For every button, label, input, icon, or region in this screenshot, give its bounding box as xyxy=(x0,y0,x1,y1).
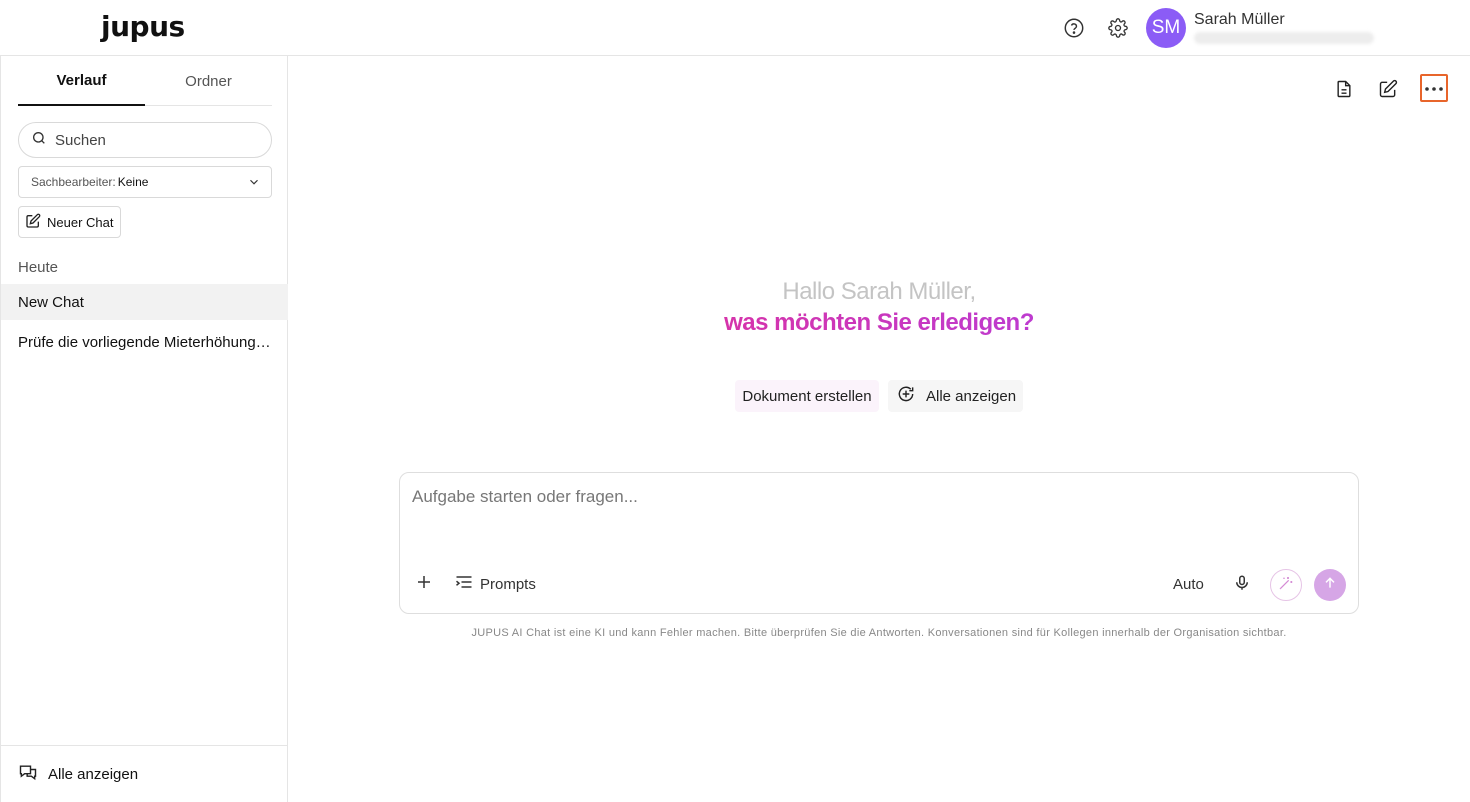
create-document-chip[interactable]: Dokument erstellen xyxy=(735,380,879,412)
tab-ordner[interactable]: Ordner xyxy=(145,56,272,106)
sidebar-tabs: Verlauf Ordner xyxy=(18,56,272,106)
show-all-chip[interactable]: Alle anzeigen xyxy=(888,380,1023,412)
show-all-label: Alle anzeigen xyxy=(48,765,139,783)
add-attachment-button[interactable] xyxy=(413,573,435,595)
model-mode-selector[interactable]: Auto xyxy=(1173,576,1204,593)
chevron-down-icon xyxy=(247,175,261,192)
prompts-label: Prompts xyxy=(480,575,536,593)
document-icon[interactable] xyxy=(1331,76,1357,102)
jupus-logo[interactable]: jupus xyxy=(101,10,185,44)
ai-disclaimer: JUPUS AI Chat ist eine KI und kann Fehle… xyxy=(471,627,1287,639)
edit-icon xyxy=(25,213,41,232)
user-email-redacted xyxy=(1194,32,1374,44)
chat-item[interactable]: New Chat xyxy=(1,284,288,320)
top-bar: jupus SM Sarah Müller xyxy=(0,0,1470,56)
chat-item-title: New Chat xyxy=(18,293,84,311)
prompts-list-icon xyxy=(454,572,474,596)
search-box xyxy=(18,122,272,158)
gear-icon[interactable] xyxy=(1106,16,1130,40)
magic-wand-icon xyxy=(1278,575,1294,596)
new-chat-button[interactable]: Neuer Chat xyxy=(18,206,121,238)
more-horizontal-icon xyxy=(1424,79,1444,97)
search-icon xyxy=(31,130,47,151)
more-options-button[interactable] xyxy=(1420,74,1448,102)
avatar[interactable]: SM xyxy=(1146,8,1186,48)
new-chat-edit-icon[interactable] xyxy=(1375,76,1401,102)
sachbearbeiter-filter[interactable]: Sachbearbeiter: Keine xyxy=(18,166,272,198)
filter-value: Keine xyxy=(117,175,149,189)
microphone-button[interactable] xyxy=(1231,574,1253,596)
plus-refresh-icon xyxy=(896,384,916,408)
chat-item-title: Prüfe die vorliegende Mieterhöhung auf f… xyxy=(18,333,272,351)
greeting-question: was möchten Sie erledigen? xyxy=(588,309,1170,337)
new-chat-label: Neuer Chat xyxy=(47,214,114,230)
user-name: Sarah Müller xyxy=(1194,11,1285,28)
chat-bubbles-icon xyxy=(18,762,38,786)
section-heute: Heute xyxy=(18,259,59,276)
chat-item[interactable]: Prüfe die vorliegende Mieterhöhung auf f… xyxy=(1,324,288,360)
search-input[interactable] xyxy=(55,131,255,149)
show-all-chip-label: Alle anzeigen xyxy=(926,387,1017,405)
enhance-prompt-button[interactable] xyxy=(1270,569,1302,601)
sidebar: Verlauf Ordner Sachbearbeiter: Keine Neu… xyxy=(0,56,288,802)
microphone-icon xyxy=(1233,574,1251,597)
send-button[interactable] xyxy=(1314,569,1346,601)
filter-label: Sachbearbeiter: xyxy=(31,175,116,189)
chat-composer: Prompts Auto xyxy=(399,472,1359,614)
plus-icon xyxy=(415,573,433,596)
tab-verlauf[interactable]: Verlauf xyxy=(18,56,145,106)
greeting-name: Hallo Sarah Müller, xyxy=(782,278,976,305)
show-all-chats-button[interactable]: Alle anzeigen xyxy=(1,745,288,802)
prompts-button[interactable]: Prompts xyxy=(454,573,536,595)
prompt-input[interactable] xyxy=(412,487,1342,547)
arrow-up-icon xyxy=(1322,575,1338,596)
help-circle-icon[interactable] xyxy=(1062,16,1086,40)
